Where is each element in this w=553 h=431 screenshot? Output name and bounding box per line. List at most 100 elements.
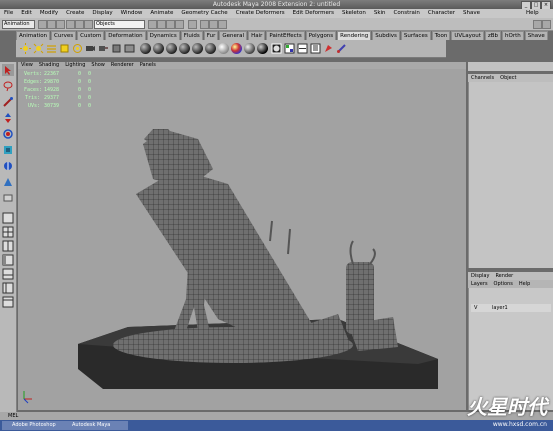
shelf-tab-general[interactable]: General bbox=[219, 31, 248, 40]
menu-skin[interactable]: Skin bbox=[370, 9, 390, 18]
layer-menu-options[interactable]: Options bbox=[491, 280, 516, 288]
snap-point-icon[interactable] bbox=[166, 20, 175, 29]
render-settings-icon[interactable] bbox=[218, 20, 227, 29]
render-view-icon[interactable] bbox=[297, 43, 308, 54]
open-scene-icon[interactable] bbox=[47, 20, 56, 29]
shader-sphere-icon[interactable] bbox=[166, 43, 177, 54]
last-tool-icon[interactable] bbox=[2, 192, 14, 204]
layer-visibility-toggle[interactable]: V bbox=[471, 305, 480, 311]
shelf-tab-deformation[interactable]: Deformation bbox=[105, 31, 146, 40]
scale-tool-icon[interactable] bbox=[2, 144, 14, 156]
hypershade-icon[interactable] bbox=[284, 43, 295, 54]
channel-box[interactable] bbox=[468, 82, 553, 268]
layout-four-panes-icon[interactable] bbox=[2, 226, 14, 238]
snap-plane-icon[interactable] bbox=[175, 20, 184, 29]
menu-file[interactable]: File bbox=[0, 9, 17, 18]
menu-create-deformers[interactable]: Create Deformers bbox=[232, 9, 289, 18]
shelf-tab-shave[interactable]: Shave bbox=[524, 31, 548, 40]
select-object-icon[interactable] bbox=[75, 20, 84, 29]
perspective-viewport[interactable]: Verts: 22367 0 0 Edges: 29870 0 0 Faces: 14928 0… bbox=[18, 69, 466, 410]
rotate-tool-icon[interactable] bbox=[2, 128, 14, 140]
taskbar-item-maya[interactable]: Autodesk Maya bbox=[62, 421, 128, 430]
ipr-icon[interactable] bbox=[124, 43, 135, 54]
layer-row[interactable]: V layer1 bbox=[471, 304, 551, 312]
area-light-icon[interactable] bbox=[59, 43, 70, 54]
shelf-tab-painteffects[interactable]: PaintEffects bbox=[266, 31, 305, 40]
ipr-render-icon[interactable] bbox=[209, 20, 218, 29]
shelf-tab-zbb[interactable]: zBb bbox=[484, 31, 502, 40]
paint-brush-icon[interactable] bbox=[336, 43, 347, 54]
save-scene-icon[interactable] bbox=[56, 20, 65, 29]
render-icon[interactable] bbox=[200, 20, 209, 29]
shelf-tab-polygons[interactable]: Polygons bbox=[305, 31, 337, 40]
menu-modify[interactable]: Modify bbox=[36, 9, 62, 18]
paint-select-tool-icon[interactable] bbox=[2, 96, 14, 108]
layer-tab-display[interactable]: Display bbox=[468, 272, 492, 280]
shelf-tab-surfaces[interactable]: Surfaces bbox=[400, 31, 431, 40]
volume-light-icon[interactable] bbox=[72, 43, 83, 54]
render-globals-icon[interactable] bbox=[310, 43, 321, 54]
layout-single-pane-icon[interactable] bbox=[2, 212, 14, 224]
select-tool-icon[interactable] bbox=[2, 64, 14, 76]
shelf-tab-horth[interactable]: hOrth bbox=[502, 31, 524, 40]
ramp-shader-icon[interactable] bbox=[231, 43, 242, 54]
attribute-editor-toggle-icon[interactable] bbox=[542, 20, 551, 29]
camera-icon[interactable] bbox=[85, 43, 96, 54]
shader-sphere-icon[interactable] bbox=[205, 43, 216, 54]
menu-geometry-cache[interactable]: Geometry Cache bbox=[177, 9, 231, 18]
shelf-tab-animation[interactable]: Animation bbox=[16, 31, 51, 40]
menu-window[interactable]: Window bbox=[117, 9, 147, 18]
layout-outliner-icon[interactable] bbox=[2, 254, 14, 266]
viewport-menu-show[interactable]: Show bbox=[88, 62, 108, 69]
shader-sphere-icon[interactable] bbox=[179, 43, 190, 54]
shader-sphere-icon[interactable] bbox=[140, 43, 151, 54]
taskbar-item-photoshop[interactable]: Adobe Photoshop bbox=[2, 421, 68, 430]
batch-render-icon[interactable] bbox=[323, 43, 334, 54]
manipulator-tool-icon[interactable] bbox=[2, 160, 14, 172]
menu-constrain[interactable]: Constrain bbox=[390, 9, 424, 18]
layout-two-panes-icon[interactable] bbox=[2, 240, 14, 252]
menu-edit[interactable]: Edit bbox=[17, 9, 36, 18]
menu-display[interactable]: Display bbox=[88, 9, 116, 18]
new-scene-icon[interactable] bbox=[38, 20, 47, 29]
shelf-tab-fluids[interactable]: Fluids bbox=[180, 31, 203, 40]
menu-edit-deformers[interactable]: Edit Deformers bbox=[289, 9, 338, 18]
shelf-tab-hair[interactable]: Hair bbox=[248, 31, 266, 40]
snap-grid-icon[interactable] bbox=[148, 20, 157, 29]
shader-sphere-icon[interactable] bbox=[218, 43, 229, 54]
shader-sphere-icon[interactable] bbox=[244, 43, 255, 54]
layer-menu-layers[interactable]: Layers bbox=[468, 280, 491, 288]
lasso-tool-icon[interactable] bbox=[2, 80, 14, 92]
shader-sphere-icon[interactable] bbox=[257, 43, 268, 54]
channel-box-tab-object[interactable]: Object bbox=[497, 74, 519, 82]
texture-icon[interactable] bbox=[271, 43, 282, 54]
select-hierarchy-icon[interactable] bbox=[66, 20, 75, 29]
shelf-tab-curves[interactable]: Curves bbox=[51, 31, 77, 40]
viewport-menu-view[interactable]: View bbox=[18, 62, 36, 69]
move-tool-icon[interactable] bbox=[2, 112, 14, 124]
select-component-icon[interactable] bbox=[84, 20, 93, 29]
shelf-tab-dynamics[interactable]: Dynamics bbox=[146, 31, 180, 40]
directional-light-icon[interactable] bbox=[46, 43, 57, 54]
menu-animate[interactable]: Animate bbox=[146, 9, 177, 18]
shader-sphere-icon[interactable] bbox=[153, 43, 164, 54]
viewport-menu-lighting[interactable]: Lighting bbox=[62, 62, 88, 69]
soft-modification-tool-icon[interactable] bbox=[2, 176, 14, 188]
history-icon[interactable] bbox=[188, 20, 197, 29]
channel-box-toggle-icon[interactable] bbox=[533, 20, 542, 29]
viewport-menu-panels[interactable]: Panels bbox=[137, 62, 159, 69]
snap-curve-icon[interactable] bbox=[157, 20, 166, 29]
shelf-tab-fur[interactable]: Fur bbox=[203, 31, 219, 40]
menu-shave[interactable]: Shave bbox=[459, 9, 484, 18]
shelf-tab-toon[interactable]: Toon bbox=[431, 31, 451, 40]
light-icon[interactable] bbox=[20, 43, 31, 54]
shelf-tab-custom[interactable]: Custom bbox=[77, 31, 105, 40]
layer-menu-help[interactable]: Help bbox=[516, 280, 533, 288]
spot-light-icon[interactable] bbox=[33, 43, 44, 54]
menu-help[interactable]: Help bbox=[522, 9, 543, 18]
menu-create[interactable]: Create bbox=[62, 9, 88, 18]
channel-box-tab-channels[interactable]: Channels bbox=[468, 74, 497, 82]
shader-sphere-icon[interactable] bbox=[192, 43, 203, 54]
render-camera-icon[interactable] bbox=[111, 43, 122, 54]
camera-aim-icon[interactable] bbox=[98, 43, 109, 54]
